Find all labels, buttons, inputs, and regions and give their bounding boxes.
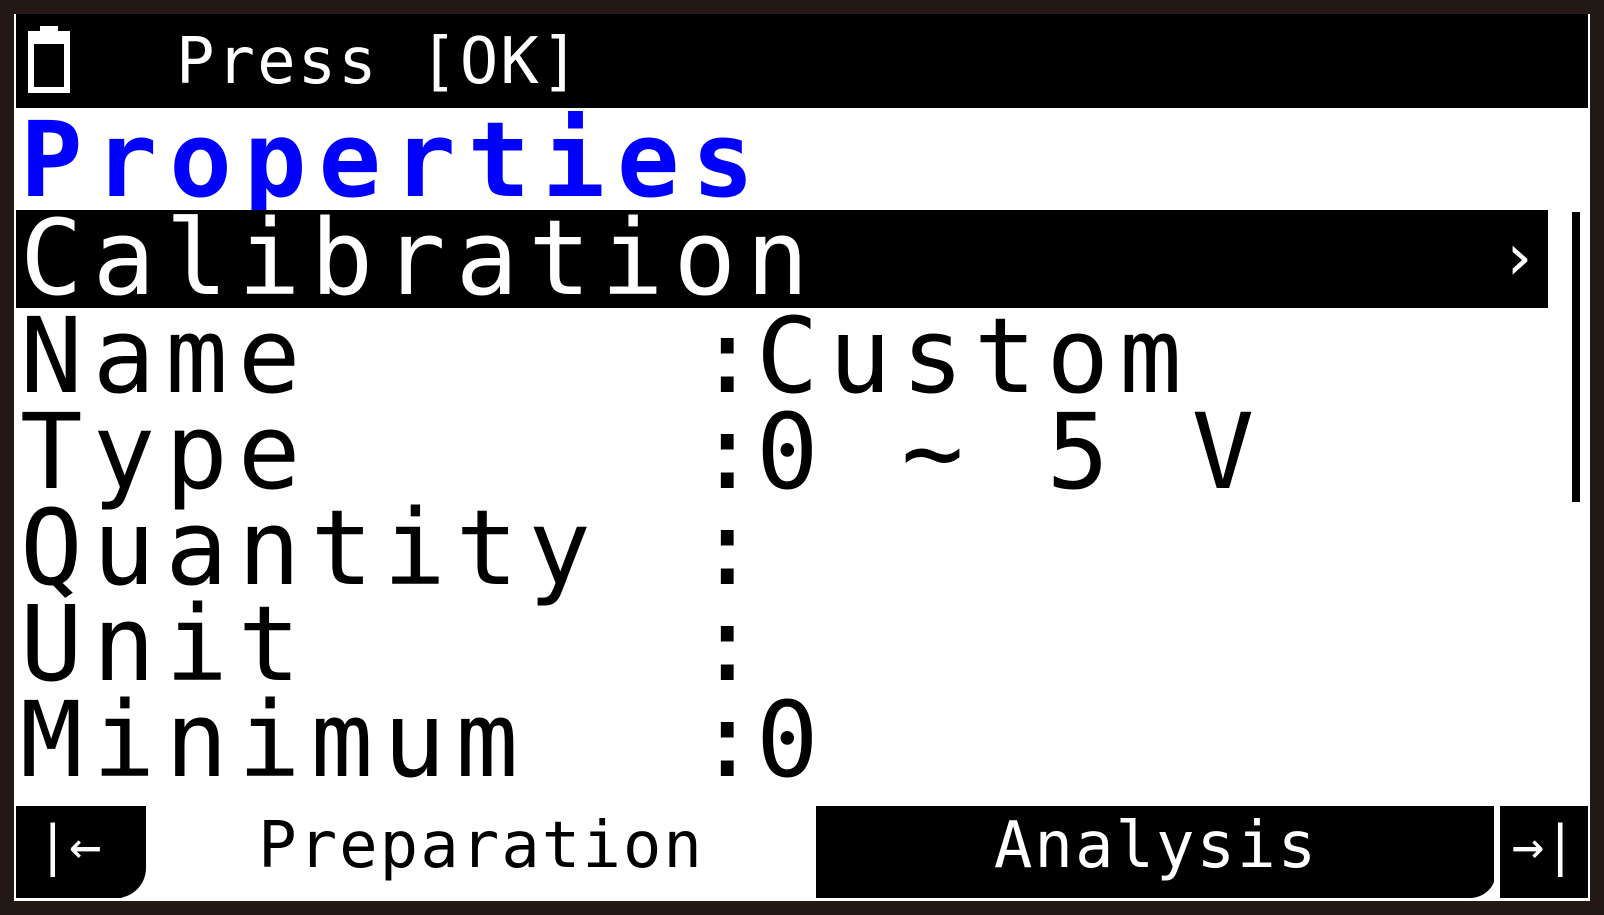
- chevron-right-icon: ›: [1499, 221, 1538, 295]
- list-item-type[interactable]: Type : 0 ~ 5 V: [16, 391, 1564, 513]
- status-prompt: Press [OK]: [176, 25, 582, 99]
- tab-prev-icon[interactable]: |←: [16, 806, 122, 898]
- tab-analysis[interactable]: Analysis: [816, 806, 1496, 898]
- list-item-unit[interactable]: Unit :: [16, 583, 1564, 705]
- list-item-separator: :: [696, 487, 769, 609]
- list-item-quantity[interactable]: Quantity :: [16, 487, 1564, 609]
- list-item-value: 0 ~ 5 V: [756, 391, 1265, 513]
- tab-bar: |← Preparation Analysis →|: [16, 806, 1588, 898]
- tab-preparation[interactable]: Preparation: [146, 806, 816, 898]
- list-item-minimum[interactable]: Minimum : 0: [16, 679, 1564, 801]
- scrollbar[interactable]: [1572, 212, 1580, 502]
- tab-divider: [116, 806, 146, 898]
- page-title: Properties: [20, 99, 767, 221]
- list-item-calibration[interactable]: Calibration ›: [16, 197, 1548, 319]
- list-item-value: 0: [756, 679, 829, 801]
- status-bar: Press [OK]: [16, 14, 1588, 108]
- tab-next-icon[interactable]: →|: [1500, 806, 1588, 898]
- list-item-label: Minimum: [20, 679, 529, 801]
- list-item-label: Type: [20, 391, 311, 513]
- list-item-value: Custom: [756, 295, 1192, 417]
- properties-list: Calibration › Name : Custom Type : 0 ~ 5…: [16, 197, 1564, 801]
- battery-icon: [28, 26, 70, 93]
- list-item-name[interactable]: Name : Custom: [16, 295, 1564, 417]
- list-item-label: Name: [20, 295, 311, 417]
- list-item-separator: :: [696, 583, 769, 705]
- list-item-label: Quantity: [20, 487, 601, 609]
- list-item-label: Calibration: [20, 197, 819, 319]
- list-item-label: Unit: [20, 583, 311, 705]
